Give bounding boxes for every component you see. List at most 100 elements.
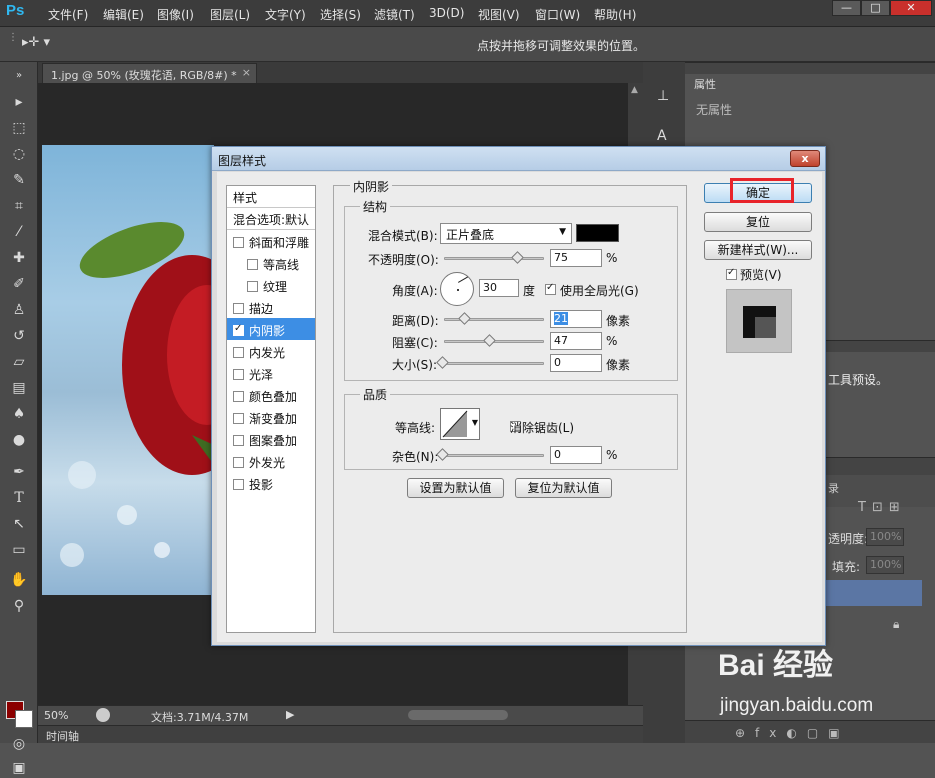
style-checkbox[interactable] [233, 457, 244, 468]
history-brush-icon[interactable]: ↺ [9, 326, 29, 346]
history-tab[interactable]: 录 [828, 480, 839, 496]
eyedropper-tool-icon[interactable]: ⁄ [9, 222, 29, 242]
contour-picker[interactable]: ▼ [440, 408, 480, 440]
scroll-up-icon[interactable]: ▲ [631, 85, 638, 95]
global-light-checkbox[interactable] [545, 282, 556, 295]
style-list-item[interactable]: 渐变叠加 [227, 406, 315, 428]
gradient-tool-icon[interactable]: ▤ [9, 378, 29, 398]
style-checkbox[interactable] [233, 237, 244, 248]
opacity-slider[interactable] [444, 257, 544, 260]
healing-brush-icon[interactable]: ✚ [9, 248, 29, 268]
pen-tool-icon[interactable]: ✒ [9, 462, 29, 482]
style-list-item[interactable]: 颜色叠加 [227, 384, 315, 406]
style-list-item[interactable]: 描边 [227, 296, 315, 318]
lock-icons[interactable]: T⊡⊞ [858, 500, 906, 515]
move-tool-preset-icon[interactable]: ▸✛ ▾ [22, 35, 50, 50]
marquee-tool-icon[interactable]: ⬚ [9, 118, 29, 138]
global-light-label[interactable]: 使用全局光(G) [560, 282, 639, 299]
horizontal-scroll-thumb[interactable] [408, 710, 508, 720]
close-tab-icon[interactable]: × [242, 66, 251, 79]
menu-3d[interactable]: 3D(D) [429, 6, 464, 20]
menu-edit[interactable]: 编辑(E) [103, 6, 144, 23]
style-checkbox[interactable] [233, 479, 244, 490]
brush-tool-icon[interactable]: ✐ [9, 274, 29, 294]
shadow-color-swatch[interactable] [576, 224, 619, 242]
dialog-titlebar[interactable]: 图层样式 x [212, 147, 825, 171]
distance-input[interactable]: 21 [550, 310, 602, 328]
preview-label[interactable]: 预览(V) [740, 266, 782, 283]
background-color-swatch[interactable] [15, 710, 33, 728]
style-checkbox[interactable] [233, 323, 244, 336]
style-list-item[interactable]: 纹理 [227, 274, 315, 296]
quick-mask-icon[interactable]: ◎ [9, 734, 29, 754]
style-checkbox[interactable] [233, 369, 244, 380]
style-checkbox[interactable] [233, 303, 244, 314]
set-default-button[interactable]: 设置为默认值 [407, 478, 504, 498]
style-list-item[interactable]: 内阴影 [227, 318, 315, 340]
choke-input[interactable]: 47 [550, 332, 602, 350]
blending-options-item[interactable]: 混合选项:默认 [227, 208, 315, 230]
close-window-button[interactable]: ✕ [890, 0, 932, 16]
lasso-tool-icon[interactable]: ◌ [9, 144, 29, 164]
menu-window[interactable]: 窗口(W) [535, 6, 580, 23]
dialog-close-button[interactable]: x [790, 150, 820, 167]
clone-source-icon[interactable]: ⊥ [657, 88, 669, 104]
style-list-item[interactable]: 投影 [227, 472, 315, 494]
type-tool-icon[interactable]: T [9, 488, 29, 508]
style-list-item[interactable]: 等高线 [227, 252, 315, 274]
clone-stamp-icon[interactable]: ♙ [9, 300, 29, 320]
style-checkbox[interactable] [233, 391, 244, 402]
menu-select[interactable]: 选择(S) [320, 6, 361, 23]
reset-button[interactable]: 复位 [704, 212, 812, 232]
size-slider[interactable] [444, 362, 544, 365]
menu-image[interactable]: 图像(I) [157, 6, 194, 23]
zoom-level[interactable]: 50% [44, 709, 68, 722]
character-panel-icon[interactable]: A [657, 128, 667, 144]
document-tab[interactable]: 1.jpg @ 50% (玫瑰花语, RGB/8#) * × [42, 63, 257, 83]
style-checkbox[interactable] [247, 281, 258, 292]
menu-filter[interactable]: 滤镜(T) [374, 6, 415, 23]
style-checkbox[interactable] [233, 413, 244, 424]
new-style-button[interactable]: 新建样式(W)... [704, 240, 812, 260]
properties-tab[interactable]: 属性 [688, 74, 728, 92]
style-list-item[interactable]: 斜面和浮雕 [227, 230, 315, 252]
opacity-input[interactable]: 75 [550, 249, 602, 267]
eraser-tool-icon[interactable]: ▱ [9, 352, 29, 372]
timeline-label[interactable]: 时间轴 [46, 728, 79, 744]
status-arrow-icon[interactable]: ▶ [286, 708, 294, 721]
style-checkbox[interactable] [247, 259, 258, 270]
noise-input[interactable]: 0 [550, 446, 602, 464]
zoom-tool-icon[interactable]: ⚲ [9, 596, 29, 616]
dodge-tool-icon[interactable]: ● [9, 430, 29, 450]
maximize-button[interactable]: □ [861, 0, 890, 16]
style-list-item[interactable]: 外发光 [227, 450, 315, 472]
reset-default-button[interactable]: 复位为默认值 [515, 478, 612, 498]
shape-tool-icon[interactable]: ▭ [9, 540, 29, 560]
size-input[interactable]: 0 [550, 354, 602, 372]
fill-field[interactable]: 100% [866, 556, 904, 574]
minimize-button[interactable]: — [832, 0, 861, 16]
style-list-item[interactable]: 光泽 [227, 362, 315, 384]
style-list-item[interactable]: 内发光 [227, 340, 315, 362]
blend-mode-select[interactable]: 正片叠底 ▼ [440, 223, 572, 244]
blur-tool-icon[interactable]: ♠ [9, 404, 29, 424]
path-select-icon[interactable]: ↖ [9, 514, 29, 534]
selected-layer-row[interactable] [822, 580, 922, 606]
opacity-field[interactable]: 100% [866, 528, 904, 546]
crop-tool-icon[interactable]: ⌗ [9, 196, 29, 216]
menu-file[interactable]: 文件(F) [48, 6, 88, 23]
anti-alias-label[interactable]: 消除锯齿(L) [510, 419, 574, 436]
noise-slider[interactable] [444, 454, 544, 457]
layer-footer-icons[interactable]: ⊕fx◐▢▣ [735, 726, 850, 740]
style-checkbox[interactable] [233, 435, 244, 446]
menu-layer[interactable]: 图层(L) [210, 6, 250, 23]
quick-select-tool-icon[interactable]: ✎ [9, 170, 29, 190]
screen-mode-icon[interactable]: ▣ [9, 758, 29, 778]
style-list-item[interactable]: 图案叠加 [227, 428, 315, 450]
toolbox-collapse-icon[interactable]: » [9, 66, 29, 86]
move-tool-icon[interactable]: ▸ [9, 92, 29, 112]
style-list-header[interactable]: 样式 [227, 186, 315, 208]
angle-dial[interactable] [440, 272, 474, 306]
style-checkbox[interactable] [233, 347, 244, 358]
status-menu-icon[interactable] [96, 708, 110, 722]
